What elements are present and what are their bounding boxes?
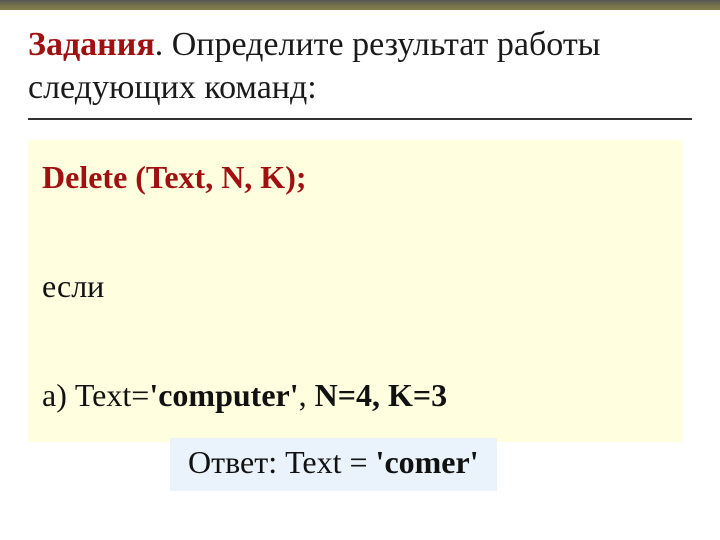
if-word: если (42, 259, 668, 313)
code-box: Delete (Text, N, K); если а) Text='compu… (28, 140, 682, 442)
nk-assign: N=4, K=3 (315, 377, 447, 413)
top-bar (0, 0, 720, 10)
slide: Задания. Определите результат работы сле… (0, 0, 720, 540)
delete-statement: Delete (Text, N, K); (42, 150, 668, 204)
text-value: 'computer' (149, 377, 298, 413)
title-dot: . (155, 26, 172, 63)
answer-value: 'comer' (376, 444, 479, 480)
case-line: а) Text='computer', N=4, K=3 (42, 368, 668, 422)
task-title: Задания. Определите результат работы сле… (28, 24, 692, 109)
answer-box: Ответ: Text = 'comer' (170, 438, 497, 491)
title-underline (28, 118, 692, 120)
answer-prefix: Ответ: Text = (188, 444, 376, 480)
case-label: а) Text= (42, 377, 149, 413)
title-label: Задания (28, 26, 155, 63)
separator: , (299, 377, 315, 413)
